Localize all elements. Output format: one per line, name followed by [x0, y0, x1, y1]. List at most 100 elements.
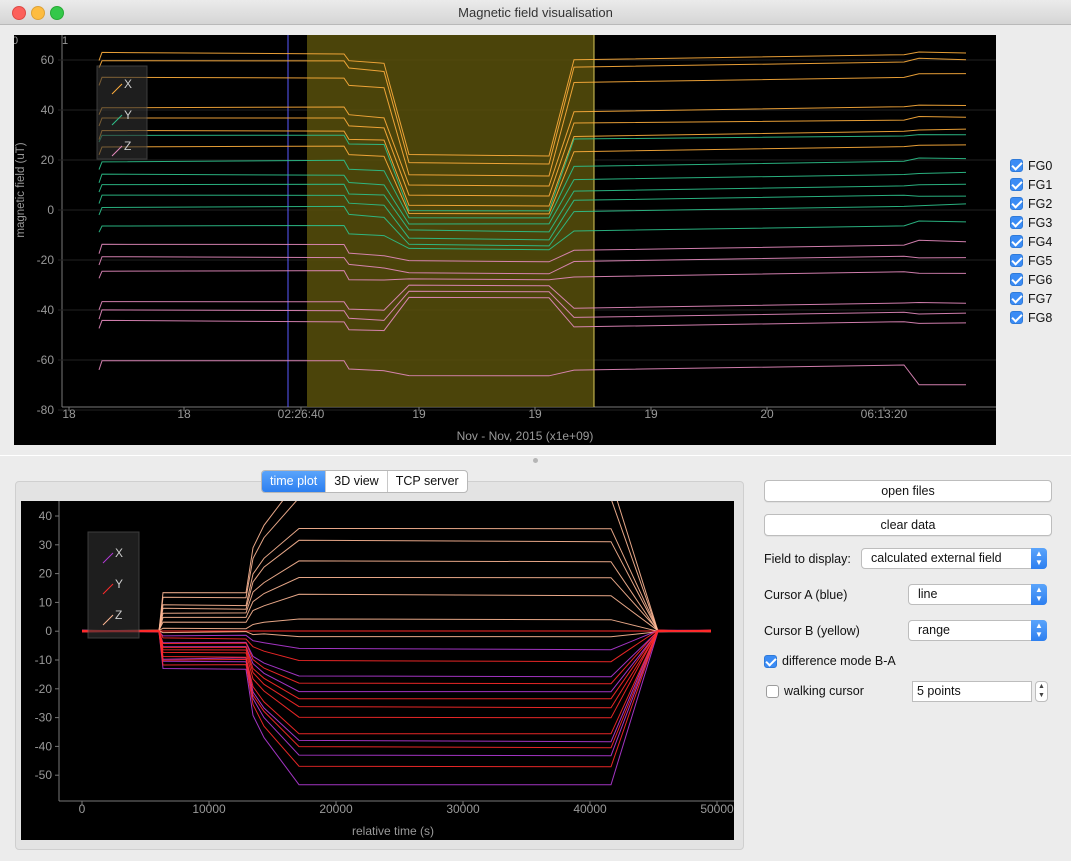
- clear-data-button[interactable]: clear data: [764, 514, 1052, 536]
- series-line: [81, 539, 712, 633]
- x-tick-label: 40000: [573, 802, 607, 816]
- walking-cursor-checkbox[interactable]: walking cursor: [766, 684, 864, 698]
- splitter-handle-icon[interactable]: [533, 458, 538, 463]
- series-line: [81, 629, 712, 678]
- tab-3d-view[interactable]: 3D view: [326, 471, 388, 492]
- difference-mode-checkbox[interactable]: difference mode B-A: [764, 654, 896, 668]
- x-tick-label: 50000: [700, 802, 734, 816]
- fg-item[interactable]: FG3: [1010, 213, 1052, 232]
- x-axis-label: relative time (s): [352, 824, 434, 838]
- checkbox-icon[interactable]: [764, 654, 777, 668]
- x-tick-label: 19: [644, 407, 658, 421]
- legend-label: X: [115, 546, 123, 560]
- fg-item[interactable]: FG1: [1010, 175, 1052, 194]
- fg-label: FG7: [1028, 291, 1053, 306]
- x-tick-label: 10000: [192, 802, 226, 816]
- legend-label: Z: [115, 608, 122, 622]
- checkbox-icon[interactable]: [1010, 311, 1023, 324]
- y-tick-label: -40: [35, 739, 53, 753]
- fg-label: FG6: [1028, 272, 1053, 287]
- cursor-b-label: Cursor B (yellow): [764, 624, 860, 638]
- y-tick-label: 40: [41, 103, 55, 117]
- checkbox-icon[interactable]: [1010, 197, 1023, 210]
- fg-item[interactable]: FG0: [1010, 156, 1052, 175]
- difference-mode-label: difference mode B-A: [782, 654, 896, 668]
- cursor-a-select[interactable]: line ▲ ▼: [908, 584, 1047, 605]
- checkbox-icon[interactable]: [1010, 273, 1023, 286]
- y-tick-label: -40: [37, 303, 55, 317]
- y-tick-label: -80: [37, 403, 55, 417]
- corner-label: 0: [14, 35, 18, 47]
- points-spinbox[interactable]: 5 points: [912, 681, 1032, 702]
- fg-item[interactable]: FG7: [1010, 289, 1052, 308]
- x-tick-label: 18: [62, 407, 76, 421]
- fg-item[interactable]: FG4: [1010, 232, 1052, 251]
- checkbox-icon[interactable]: [1010, 235, 1023, 248]
- fg-label: FG5: [1028, 253, 1053, 268]
- checkbox-icon[interactable]: [1010, 254, 1023, 267]
- fg-label: FG4: [1028, 234, 1053, 249]
- y-tick-label: 30: [39, 538, 53, 552]
- tab-time-plot[interactable]: time plot: [262, 471, 327, 492]
- corner-label: 1: [62, 35, 68, 47]
- series-line: [81, 593, 712, 632]
- y-tick-label: 0: [47, 203, 54, 217]
- y-tick-label: -20: [35, 682, 53, 696]
- fg-item[interactable]: FG2: [1010, 194, 1052, 213]
- walking-cursor-label: walking cursor: [784, 684, 864, 698]
- checkbox-icon[interactable]: [1010, 216, 1023, 229]
- spinner-arrows-icon[interactable]: ▲ ▼: [1035, 681, 1048, 702]
- x-tick-label: 30000: [446, 802, 480, 816]
- fg-sensor-list: FG0 FG1 FG2 FG3 FG4 FG5 FG6 FG7 FG8: [1010, 156, 1052, 327]
- tab-tcp-server[interactable]: TCP server: [388, 471, 467, 492]
- x-tick-label: 19: [528, 407, 542, 421]
- y-axis-label: magnetic field (uT): [15, 142, 27, 237]
- fg-label: FG0: [1028, 158, 1053, 173]
- x-tick-label: 0: [79, 802, 86, 816]
- series-line: [81, 501, 712, 632]
- x-tick-label: 19: [412, 407, 426, 421]
- y-tick-label: 60: [41, 53, 55, 67]
- fg-item[interactable]: FG8: [1010, 308, 1052, 327]
- fg-item[interactable]: FG6: [1010, 270, 1052, 289]
- chevron-updown-icon: ▲ ▼: [1031, 548, 1047, 569]
- series-line: [81, 618, 712, 632]
- fg-label: FG1: [1028, 177, 1053, 192]
- chevron-updown-icon: ▲ ▼: [1031, 584, 1047, 605]
- y-tick-label: -20: [37, 253, 55, 267]
- fg-label: FG2: [1028, 196, 1053, 211]
- y-tick-label: 0: [45, 624, 52, 638]
- panel-splitter[interactable]: [0, 455, 1071, 464]
- y-tick-label: 20: [39, 567, 53, 581]
- fg-item[interactable]: FG5: [1010, 251, 1052, 270]
- legend-label: X: [124, 77, 132, 91]
- open-files-button[interactable]: open files: [764, 480, 1052, 502]
- field-to-display-label: Field to display:: [764, 552, 851, 566]
- checkbox-icon[interactable]: [1010, 178, 1023, 191]
- legend-label: Z: [124, 139, 131, 153]
- y-tick-label: -10: [35, 653, 53, 667]
- legend-box: [87, 531, 140, 639]
- legend-box: [96, 65, 148, 160]
- checkbox-icon[interactable]: [1010, 159, 1023, 172]
- y-tick-label: -30: [35, 711, 53, 725]
- cursor-a-value: line: [918, 587, 938, 601]
- x-tick-label: 02:26:40: [278, 407, 325, 421]
- cursor-b-select[interactable]: range ▲ ▼: [908, 620, 1047, 641]
- cursor-b-value: range: [918, 623, 950, 637]
- series-line: [81, 527, 712, 632]
- field-to-display-value: calculated external field: [871, 551, 1002, 565]
- field-to-display-select[interactable]: calculated external field ▲ ▼: [861, 548, 1047, 569]
- chevron-updown-icon: ▲ ▼: [1031, 620, 1047, 641]
- x-tick-label: 18: [177, 407, 191, 421]
- window-title: Magnetic field visualisation: [458, 5, 613, 20]
- legend-label: Y: [124, 108, 132, 122]
- checkbox-icon[interactable]: [1010, 292, 1023, 305]
- tab-bar: time plot 3D view TCP server: [261, 470, 468, 493]
- title-bar: Magnetic field visualisation: [0, 0, 1071, 25]
- checkbox-icon[interactable]: [766, 684, 779, 698]
- magnetic-field-plot[interactable]: 60 40 20 0 -20 -40 -60 -80 18 18 02:26:40 19 19 19 20 0…: [14, 35, 996, 445]
- x-tick-label: 06:13:20: [861, 407, 908, 421]
- y-tick-label: -50: [35, 768, 53, 782]
- relative-time-plot[interactable]: 40 30 20 10 0 -10 -20 -30 -40 -50 0 10000 20000 30000…: [21, 501, 734, 840]
